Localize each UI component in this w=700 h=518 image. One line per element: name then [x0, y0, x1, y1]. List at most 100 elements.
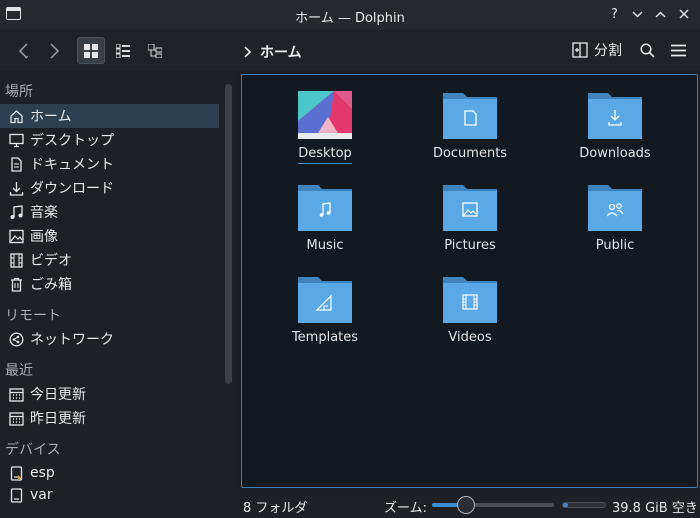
status-bar: 8 フォルダ ズーム: 39.8 GiB 空き	[236, 490, 700, 518]
menu-button[interactable]	[666, 37, 690, 64]
desktop-thumbnail	[298, 91, 352, 139]
toolbar: ホーム 分割	[0, 30, 700, 70]
drive-icon	[7, 486, 25, 504]
file-name: Public	[595, 238, 635, 253]
file-item-downloads[interactable]: Downloads	[555, 91, 675, 161]
free-space-fill	[563, 503, 569, 507]
image-icon	[7, 227, 25, 245]
folder-templates-icon	[298, 275, 352, 323]
sidebar-item-music[interactable]: 音楽	[0, 200, 219, 224]
sidebar-item-modified-today[interactable]: 今日更新	[0, 382, 219, 406]
sidebar-item-documents[interactable]: ドキュメント	[0, 152, 219, 176]
sidebar-item-label: 昨日更新	[30, 411, 86, 427]
download-icon	[7, 179, 25, 197]
sidebar-item-downloads[interactable]: ダウンロード	[0, 176, 219, 200]
sidebar-item-label: var	[30, 487, 53, 503]
tree-icon	[148, 43, 162, 58]
forward-button[interactable]	[42, 37, 68, 64]
maximize-icon[interactable]	[652, 4, 669, 24]
network-icon	[7, 330, 25, 348]
folder-videos-icon	[443, 275, 497, 323]
calendar-icon	[7, 385, 25, 403]
title-bar: ホーム — Dolphin ?	[0, 0, 700, 30]
file-item-public[interactable]: Public	[555, 183, 675, 253]
details-view-button[interactable]	[142, 37, 168, 64]
split-view-icon	[572, 42, 588, 58]
split-label: 分割	[594, 43, 622, 59]
split-button[interactable]: 分割	[572, 40, 622, 60]
folder-music-icon	[298, 183, 352, 231]
file-name: Documents	[432, 146, 508, 161]
file-item-documents[interactable]: Documents	[410, 91, 530, 161]
sidebar-item-network[interactable]: ネットワーク	[0, 327, 219, 351]
section-recent: 最近	[5, 363, 33, 379]
sidebar-item-pictures[interactable]: 画像	[0, 224, 219, 248]
file-name: Downloads	[579, 146, 651, 161]
file-view[interactable]: Desktop Documents Downloads Music Pictur…	[241, 74, 698, 488]
sidebar-item-videos[interactable]: ビデオ	[0, 248, 219, 272]
file-item-videos[interactable]: Videos	[410, 275, 530, 345]
places-panel: 場所 ホーム デスクトップ ドキュメント ダウンロード 音楽 画像 ビデオ ごみ…	[0, 72, 236, 518]
sidebar-item-trash[interactable]: ごみ箱	[0, 272, 219, 296]
file-item-pictures[interactable]: Pictures	[410, 183, 530, 253]
section-remote: リモート	[5, 308, 61, 324]
minimize-icon[interactable]	[629, 4, 646, 24]
help-icon[interactable]: ?	[606, 4, 623, 24]
drive-icon	[7, 464, 25, 482]
folder-pictures-icon	[443, 183, 497, 231]
chevron-right-icon	[244, 46, 252, 58]
trash-icon	[7, 275, 25, 293]
sidebar-item-var[interactable]: var	[0, 483, 219, 507]
sidebar-item-modified-yesterday[interactable]: 昨日更新	[0, 406, 219, 430]
zoom-label: ズーム:	[384, 501, 427, 516]
sidebar-item-label: ネットワーク	[30, 332, 114, 348]
sidebar-item-label: 今日更新	[30, 387, 86, 403]
icons-view-button[interactable]	[77, 37, 105, 64]
grid-icon	[84, 43, 98, 58]
sidebar-item-label: ごみ箱	[30, 277, 72, 293]
back-button[interactable]	[10, 37, 36, 64]
music-icon	[7, 203, 25, 221]
sidebar-scrollbar[interactable]	[225, 84, 232, 384]
file-name: Music	[306, 238, 344, 253]
sidebar-item-label: ホーム	[30, 109, 72, 125]
sidebar-item-label: 音楽	[30, 205, 58, 221]
sidebar-item-label: デスクトップ	[30, 133, 114, 149]
file-name: Templates	[291, 330, 359, 345]
calendar-icon	[7, 409, 25, 427]
folder-count: 8 フォルダ	[243, 501, 308, 516]
home-icon	[7, 107, 25, 125]
sidebar-item-esp[interactable]: esp	[0, 461, 219, 485]
section-places: 場所	[5, 84, 33, 100]
section-devices: デバイス	[5, 442, 61, 458]
sidebar-item-label: 画像	[30, 229, 58, 245]
file-item-templates[interactable]: Templates	[265, 275, 385, 345]
desktop-icon	[7, 131, 25, 149]
compact-view-button[interactable]	[110, 37, 136, 64]
arrow-left-icon	[18, 42, 29, 59]
folder-documents-icon	[443, 91, 497, 139]
file-item-music[interactable]: Music	[265, 183, 385, 253]
file-name: Videos	[448, 330, 492, 345]
sidebar-item-label: esp	[30, 465, 55, 481]
breadcrumb-home[interactable]: ホーム	[260, 42, 302, 62]
sidebar-item-desktop[interactable]: デスクトップ	[0, 128, 219, 152]
close-icon[interactable]	[675, 4, 692, 24]
document-icon	[7, 155, 25, 173]
sidebar-item-label: ドキュメント	[30, 157, 114, 173]
breadcrumb[interactable]: ホーム	[244, 42, 302, 62]
sidebar-item-label: ビデオ	[30, 253, 72, 269]
window-title: ホーム — Dolphin	[295, 11, 405, 26]
arrow-right-icon	[50, 42, 60, 59]
sidebar-item-home[interactable]: ホーム	[0, 104, 219, 128]
free-space-bar[interactable]	[562, 502, 606, 508]
file-item-desktop[interactable]: Desktop	[265, 91, 385, 164]
folder-downloads-icon	[588, 91, 642, 139]
video-icon	[7, 251, 25, 269]
search-icon	[639, 43, 655, 58]
zoom-slider-handle[interactable]	[457, 496, 476, 514]
zoom-slider[interactable]	[432, 496, 554, 514]
sidebar-item-label: ダウンロード	[30, 181, 114, 197]
search-button[interactable]	[636, 37, 658, 64]
file-name: Pictures	[444, 238, 496, 253]
